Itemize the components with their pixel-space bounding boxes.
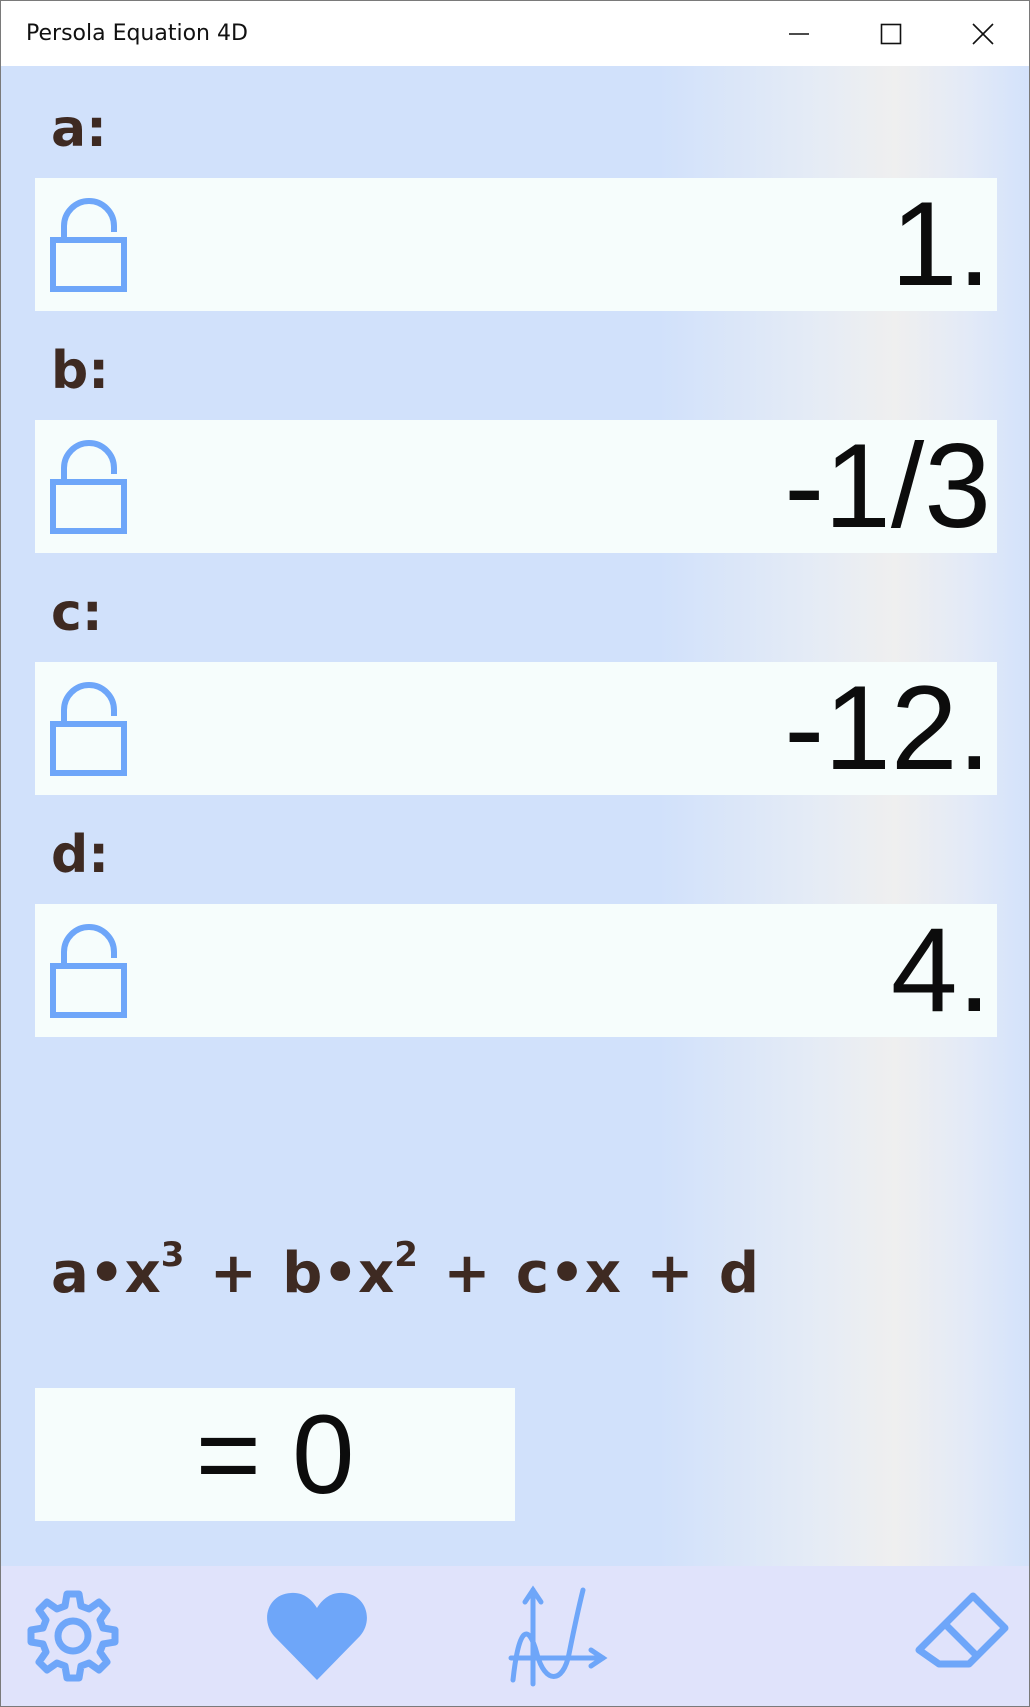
term-c: c•x [515, 1241, 621, 1306]
param-c-field[interactable]: -12. [35, 662, 997, 795]
equation-formula: a•x3 + b•x2 + c•x + d [51, 1238, 760, 1306]
gear-icon [27, 1590, 119, 1682]
param-a-field[interactable]: 1. [35, 178, 997, 311]
maximize-button[interactable] [845, 1, 937, 66]
favorite-button[interactable] [261, 1580, 373, 1692]
eraser-icon [915, 1592, 1009, 1668]
param-d-field[interactable]: 4. [35, 904, 997, 1037]
result-value: = 0 [195, 1392, 355, 1517]
settings-button[interactable] [17, 1580, 129, 1692]
term-a: a•x [51, 1241, 161, 1306]
unlocked-lock-icon[interactable] [50, 438, 128, 534]
plus-sign: + [443, 1241, 491, 1306]
param-a-label: a: [51, 99, 107, 159]
graph-icon [508, 1585, 608, 1687]
exponent-3: 3 [160, 1235, 185, 1275]
result-field: = 0 [35, 1388, 515, 1521]
plus-sign: + [209, 1241, 257, 1306]
close-icon [972, 22, 994, 45]
param-d-value: 4. [890, 903, 991, 1037]
minimize-button[interactable] [753, 1, 845, 66]
unlocked-lock-icon[interactable] [50, 922, 128, 1018]
exponent-2: 2 [394, 1235, 418, 1275]
param-d-label: d: [51, 825, 110, 885]
clear-button[interactable] [905, 1580, 1017, 1692]
heart-icon [267, 1592, 367, 1680]
plus-sign: + [646, 1241, 694, 1306]
minimize-icon [789, 32, 809, 35]
unlocked-lock-icon[interactable] [50, 680, 128, 776]
unlocked-lock-icon[interactable] [50, 196, 128, 292]
param-b-value: -1/3 [784, 419, 991, 553]
term-d: d [718, 1241, 760, 1306]
param-a-value: 1. [890, 177, 991, 311]
param-b-label: b: [51, 341, 110, 401]
bottom-toolbar [1, 1566, 1029, 1706]
maximize-icon [880, 23, 902, 44]
term-b: b•x [282, 1241, 395, 1306]
window-title: Persola Equation 4D [26, 21, 248, 46]
app-window: Persola Equation 4D a: 1. b: -1/3 c: -12… [0, 0, 1030, 1707]
param-c-value: -12. [784, 661, 991, 795]
close-button[interactable] [937, 1, 1029, 66]
main-content: a: 1. b: -1/3 c: -12. d: 4. [1, 66, 1029, 1566]
title-bar: Persola Equation 4D [1, 1, 1029, 66]
graph-button[interactable] [503, 1580, 615, 1692]
param-c-label: c: [51, 583, 103, 643]
param-b-field[interactable]: -1/3 [35, 420, 997, 553]
